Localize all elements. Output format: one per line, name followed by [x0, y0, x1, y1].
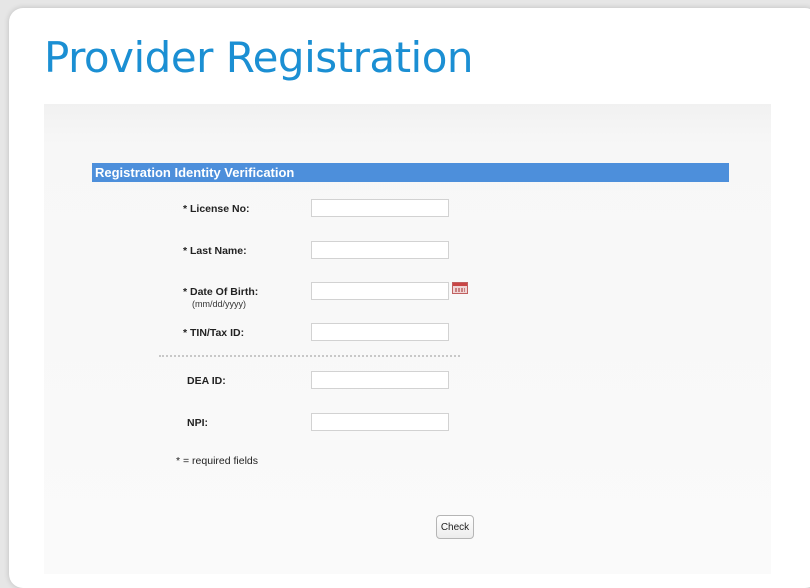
npi-input[interactable] [311, 413, 449, 431]
calendar-icon[interactable] [452, 282, 468, 294]
section-divider [159, 355, 460, 357]
last-name-label: * Last Name: [183, 245, 247, 257]
last-name-input[interactable] [311, 241, 449, 259]
license-no-label: * License No: [183, 203, 250, 215]
date-of-birth-label: * Date Of Birth: [183, 286, 259, 298]
date-format-hint: (mm/dd/yyyy) [192, 299, 246, 309]
license-no-input[interactable] [311, 199, 449, 217]
calendar-icon-grid [455, 288, 465, 292]
date-of-birth-input[interactable] [311, 282, 449, 300]
npi-label: NPI: [187, 417, 208, 429]
tin-tax-id-input[interactable] [311, 323, 449, 341]
required-fields-note: * = required fields [176, 455, 259, 467]
dea-id-input[interactable] [311, 371, 449, 389]
page-title: Provider Registration [44, 33, 474, 82]
tin-tax-id-label: * TIN/Tax ID: [183, 327, 245, 339]
dea-id-label: DEA ID: [187, 375, 226, 387]
section-header: Registration Identity Verification [92, 163, 729, 182]
check-button[interactable]: Check [436, 515, 474, 539]
calendar-icon-header [453, 283, 467, 286]
